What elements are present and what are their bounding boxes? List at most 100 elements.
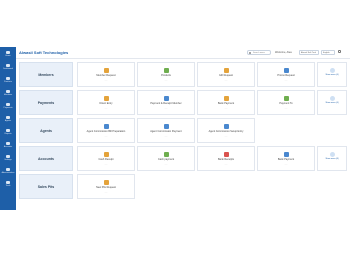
transfer-icon	[283, 96, 289, 101]
search-icon	[249, 52, 251, 54]
dashboard-icon	[6, 64, 10, 67]
module-card[interactable]: New Pits Request ···	[77, 174, 135, 199]
module-card[interactable]: Direct Entry ···	[77, 90, 135, 115]
plus-icon	[329, 152, 335, 157]
sidebar-item-label: Settings	[4, 159, 12, 161]
company-select[interactable]: Alwasil Soft Tech	[299, 50, 319, 55]
sidebar-item-label: Administration	[1, 172, 15, 174]
cash-icon	[103, 152, 109, 157]
card-label: Cash payment	[157, 158, 175, 161]
more-dots-icon: ···	[104, 78, 108, 82]
module-card[interactable]: Promo Request ···	[257, 62, 315, 87]
language-select[interactable]: English	[321, 50, 335, 55]
module-card[interactable]: Payment To ···	[257, 90, 315, 115]
gift-icon	[223, 68, 229, 73]
module-card[interactable]: Cash payment ···	[137, 146, 195, 171]
agent-setup-icon	[223, 124, 229, 129]
sidebar-item-reports[interactable]: Reports	[0, 128, 16, 138]
app-title: Alwasil Soft Technologies	[19, 50, 69, 55]
search-placeholder: Search menu	[253, 52, 265, 54]
more-dots-icon: ···	[104, 190, 108, 194]
sidebar-item-tools[interactable]: Tools	[0, 180, 16, 190]
module-row: Accounts Cash Receipt ··· Cash payment ··· Ba…	[19, 145, 347, 172]
cash-out-icon	[163, 152, 169, 157]
module-card[interactable]: Gift Request ···	[197, 62, 255, 87]
plus-icon	[329, 68, 335, 73]
cart-icon	[103, 180, 109, 185]
module-card[interactable]: Member Request ···	[77, 62, 135, 87]
sidebar-item-accounts[interactable]: Accounts	[0, 141, 16, 151]
sidebar-item-label: Home	[5, 55, 11, 57]
module-card[interactable]: Bank Receipts ···	[197, 146, 255, 171]
bank-receipt-icon	[223, 152, 229, 157]
sidebar-item-label: Dashboard	[3, 68, 13, 70]
sidebar-item-settings[interactable]: Settings	[0, 154, 16, 164]
show-more-label: Show more (4)	[325, 74, 339, 76]
module-card[interactable]: Products ···	[137, 62, 195, 87]
card-label: New Pits Request	[96, 186, 116, 189]
sidebar-item-members[interactable]: Members	[0, 89, 16, 99]
card-label: Promo Request	[277, 74, 295, 77]
chart-icon	[6, 129, 10, 132]
tag-icon	[283, 68, 289, 73]
module-card[interactable]: Agent Commission Setup Entry ···	[197, 118, 255, 143]
module-card[interactable]: Cash Receipt ···	[77, 146, 135, 171]
sidebar-item-products[interactable]: Products	[0, 76, 16, 86]
module-row: Sales Pits New Pits Request ···	[19, 173, 341, 200]
sidebar-item-administration[interactable]: Administration	[0, 167, 16, 177]
receipt-icon	[163, 96, 169, 101]
app-window: Home Dashboard Products Members Payments Agen…	[0, 47, 350, 210]
module-card[interactable]: Bank Payment ···	[197, 90, 255, 115]
more-dots-icon: ···	[164, 134, 168, 138]
module-label: Accounts	[19, 146, 73, 171]
more-dots-icon: ···	[284, 106, 288, 110]
more-dots-icon: ···	[224, 134, 228, 138]
card-label: Direct Entry	[99, 102, 113, 105]
show-more-label: Show more (8)	[325, 158, 339, 160]
module-row: Agents Agent Commission Bill Preparation ·…	[19, 117, 341, 144]
card-label: Gift Request	[219, 74, 233, 77]
sidebar-item-agents[interactable]: Agents	[0, 115, 16, 125]
sidebar-item-payments[interactable]: Payments	[0, 102, 16, 112]
module-card[interactable]: Bank Payment ···	[257, 146, 315, 171]
card-label: Products	[161, 74, 171, 77]
module-grid: Members Member Request ··· Products ··· Gift …	[19, 59, 347, 210]
bank-pay-icon	[283, 152, 289, 157]
module-label: Members	[19, 62, 73, 87]
shield-icon	[6, 168, 10, 171]
module-card[interactable]: Agent Commission Bill Preparation ···	[77, 118, 135, 143]
sidebar-item-label: Products	[4, 81, 12, 83]
wrench-icon	[6, 181, 10, 184]
more-dots-icon: ···	[284, 162, 288, 166]
module-card[interactable]: Agent Commission Payment ···	[137, 118, 195, 143]
more-dots-icon: ···	[224, 106, 228, 110]
user-menu-icon[interactable]	[338, 50, 341, 53]
search-input[interactable]: Search menu	[247, 50, 271, 55]
more-dots-icon: ···	[164, 106, 168, 110]
sidebar-item-dashboard[interactable]: Dashboard	[0, 63, 16, 73]
sidebar-item-home[interactable]: Home	[0, 50, 16, 60]
sidebar-item-label: Tools	[5, 185, 11, 187]
sidebar-item-label: Members	[3, 94, 13, 96]
hand-money-icon	[103, 96, 109, 101]
module-label: Payments	[19, 90, 73, 115]
users-icon	[6, 90, 10, 93]
card-label: Agent Commission Payment	[150, 130, 182, 133]
sidebar-item-label: Accounts	[3, 146, 13, 148]
card-label: Agent Commission Bill Preparation	[86, 130, 126, 133]
show-more-card[interactable]: Show more (4)	[317, 90, 347, 115]
more-dots-icon: ···	[164, 78, 168, 82]
card-label: Cash Receipt	[98, 158, 114, 161]
agent-pay-icon	[163, 124, 169, 129]
card-label: Bank Payment	[277, 158, 295, 161]
show-more-card[interactable]: Show more (4)	[317, 62, 347, 87]
module-card[interactable]: Payment & Receipt Member ···	[137, 90, 195, 115]
show-more-card[interactable]: Show more (8)	[317, 146, 347, 171]
box-icon	[163, 68, 169, 73]
card-label: Agent Commission Setup Entry	[208, 130, 244, 133]
more-dots-icon: ···	[284, 78, 288, 82]
sidebar: Home Dashboard Products Members Payments Agen…	[0, 47, 16, 210]
card-label: Bank Receipts	[217, 158, 235, 161]
top-bar: Alwasil Soft Technologies Search menu We…	[16, 47, 350, 59]
bank-icon	[223, 96, 229, 101]
